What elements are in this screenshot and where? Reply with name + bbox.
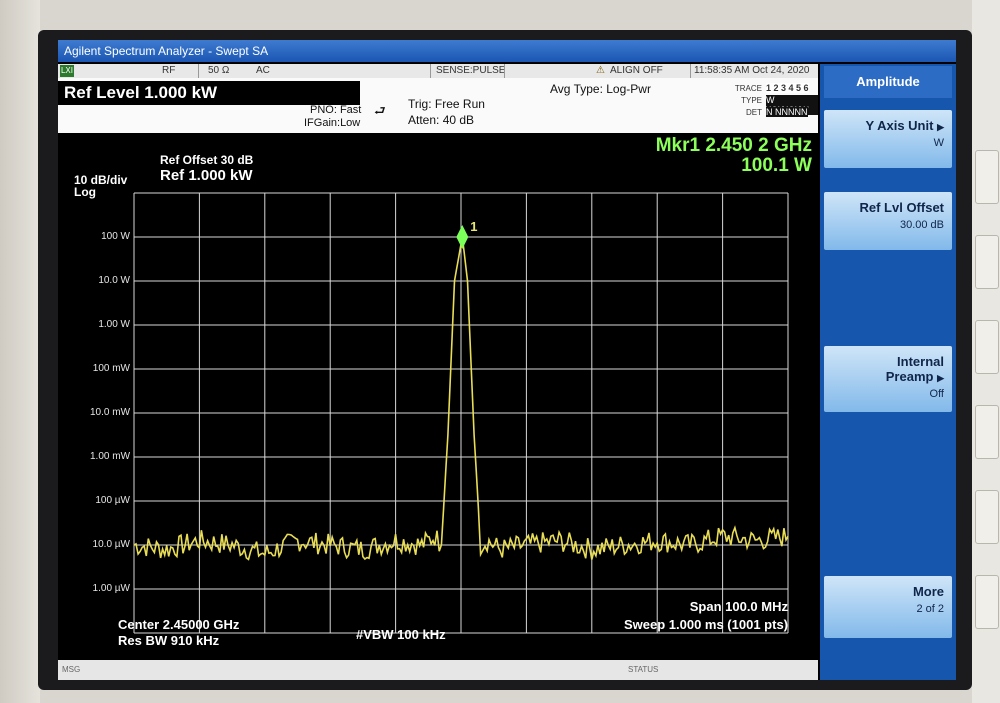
y-axis-unit-value: W — [933, 137, 944, 149]
arrow-right-icon: ▶ — [937, 122, 944, 132]
ref-lvl-offset-label: Ref Lvl Offset — [859, 200, 944, 215]
settings-panel: Ref Level 1.000 kW PNO: Fast IFGain:Low … — [58, 78, 818, 133]
type-label: TYPE — [741, 96, 762, 105]
hardware-softkey-3[interactable] — [975, 320, 999, 374]
rf-input: RF — [162, 65, 176, 76]
spectrum-plot: 1 — [133, 192, 789, 634]
marker-label: 1 — [470, 219, 477, 234]
y-axis-unit-softkey[interactable]: Y Axis Unit ▶ W — [824, 110, 952, 168]
ifgain-setting: IFGain:Low — [304, 117, 361, 129]
hardware-softkey-5[interactable] — [975, 490, 999, 544]
vbw: #VBW 100 kHz — [356, 627, 446, 642]
sweep: Sweep 1.000 ms (1001 pts) — [623, 617, 788, 632]
sense-status: SENSE:PULSE — [436, 65, 506, 76]
res-bw: Res BW 910 kHz — [118, 633, 220, 648]
divider — [690, 64, 691, 78]
align-status: ALIGN OFF — [610, 65, 663, 76]
center-frequency: Center 2.45000 GHz — [118, 617, 240, 632]
det-label: DET — [746, 108, 762, 117]
status-row: LXI RF 50 Ω AC SENSE:PULSE ⚠ ALIGN OFF 1… — [58, 64, 818, 78]
more-label: More — [912, 584, 944, 599]
atten-setting: Atten: 40 dB — [408, 113, 475, 127]
spectrum-display: 10 dB/div Log Ref Offset 30 dB Ref 1.000… — [58, 133, 818, 653]
internal-preamp-value: Off — [929, 388, 944, 400]
message-bar: MSG STATUS — [58, 660, 818, 680]
divider — [504, 64, 505, 78]
more-page: 2 of 2 — [916, 603, 944, 615]
hardware-softkey-2[interactable] — [975, 235, 999, 289]
avg-type: Avg Type: Log-Pwr — [550, 82, 651, 96]
trace-numbers[interactable]: 1 2 3 4 5 6 — [766, 83, 809, 93]
warning-icon: ⚠ — [596, 65, 605, 76]
more-softkey[interactable]: More 2 of 2 — [824, 576, 952, 638]
trig-setting: Trig: Free Run — [408, 97, 485, 111]
datetime: 11:58:35 AM Oct 24, 2020 — [694, 65, 810, 76]
softkey-panel: Amplitude Y Axis Unit ▶ W Ref Lvl Offset… — [820, 64, 956, 680]
window-title: Agilent Spectrum Analyzer - Swept SA — [58, 40, 956, 62]
analyzer-screen: Agilent Spectrum Analyzer - Swept SA LXI… — [58, 40, 956, 680]
ref-lvl-offset-value: 30.00 dB — [899, 219, 944, 231]
arrow-right-icon: ▶ — [937, 373, 944, 383]
y-axis-unit-label: Y Axis Unit — [865, 118, 934, 133]
marker-diamond-icon — [456, 225, 469, 249]
internal-preamp-label-2: Preamp — [885, 369, 934, 384]
msg-label: MSG — [62, 665, 81, 674]
divider — [430, 64, 431, 78]
menu-title-amplitude: Amplitude — [824, 66, 952, 98]
trigger-icon: ⮐ — [374, 103, 386, 118]
det-values: N NNNNN — [766, 107, 808, 117]
span: Span 100.0 MHz — [689, 599, 788, 614]
impedance: 50 Ω — [208, 65, 230, 76]
ref-level[interactable]: Ref Level 1.000 kW — [58, 81, 360, 105]
hardware-softkey-4[interactable] — [975, 405, 999, 459]
pno-setting: PNO: Fast — [310, 104, 362, 116]
internal-preamp-softkey[interactable]: Internal Preamp ▶ Off — [824, 346, 952, 412]
trace-label: TRACE — [734, 84, 762, 93]
internal-preamp-label-1: Internal — [897, 354, 944, 369]
status-label: STATUS — [628, 665, 659, 674]
ref-lvl-offset-softkey[interactable]: Ref Lvl Offset 30.00 dB — [824, 192, 952, 250]
monitor-left-bezel — [0, 0, 40, 703]
coupling: AC — [256, 65, 270, 76]
hardware-softkey-1[interactable] — [975, 150, 999, 204]
hardware-softkey-6[interactable] — [975, 575, 999, 629]
divider — [198, 64, 199, 78]
lxi-icon: LXI — [60, 65, 74, 77]
